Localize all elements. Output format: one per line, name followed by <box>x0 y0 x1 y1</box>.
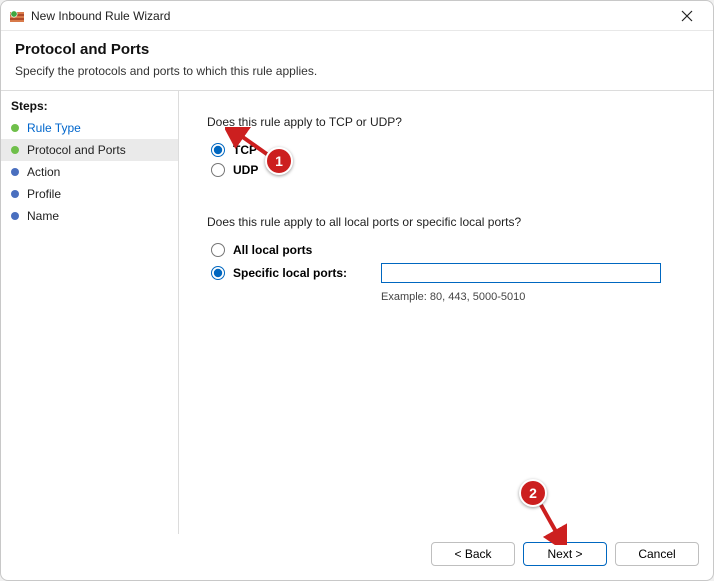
udp-label[interactable]: UDP <box>233 163 258 177</box>
specific-ports-label[interactable]: Specific local ports: <box>233 266 347 280</box>
step-protocol-ports[interactable]: Protocol and Ports <box>1 139 178 161</box>
step-label: Profile <box>27 187 61 201</box>
step-name[interactable]: Name <box>1 205 178 227</box>
step-bullet-icon <box>11 212 19 220</box>
back-button[interactable]: < Back <box>431 542 515 566</box>
close-button[interactable] <box>667 2 707 30</box>
next-button[interactable]: Next > <box>523 542 607 566</box>
step-rule-type[interactable]: Rule Type <box>1 117 178 139</box>
header: Protocol and Ports Specify the protocols… <box>1 31 713 91</box>
cancel-button[interactable]: Cancel <box>615 542 699 566</box>
step-bullet-icon <box>11 168 19 176</box>
close-icon <box>681 10 693 22</box>
button-bar: < Back Next > Cancel <box>1 534 713 580</box>
step-label: Rule Type <box>27 121 81 135</box>
ports-question: Does this rule apply to all local ports … <box>207 215 685 229</box>
ports-example-text: Example: 80, 443, 5000-5010 <box>381 291 685 303</box>
body: Steps: Rule Type Protocol and Ports Acti… <box>1 91 713 534</box>
tcp-label[interactable]: TCP <box>233 143 257 157</box>
steps-panel: Steps: Rule Type Protocol and Ports Acti… <box>1 91 179 534</box>
all-local-ports-row: All local ports <box>211 243 685 257</box>
step-bullet-icon <box>11 124 19 132</box>
content-panel: Does this rule apply to TCP or UDP? TCP … <box>179 91 713 534</box>
udp-radio[interactable] <box>211 163 225 177</box>
titlebar: New Inbound Rule Wizard <box>1 1 713 31</box>
protocol-radio-group: TCP UDP <box>211 143 685 183</box>
specific-ports-row: Specific local ports: <box>211 266 381 280</box>
steps-list: Rule Type Protocol and Ports Action Prof… <box>1 117 178 227</box>
page-title: Protocol and Ports <box>15 41 699 58</box>
protocol-tcp-row: TCP <box>211 143 685 157</box>
wizard-window: New Inbound Rule Wizard Protocol and Por… <box>0 0 714 581</box>
tcp-radio[interactable] <box>211 143 225 157</box>
window-title: New Inbound Rule Wizard <box>31 9 667 23</box>
all-ports-label[interactable]: All local ports <box>233 243 312 257</box>
step-bullet-icon <box>11 190 19 198</box>
step-action[interactable]: Action <box>1 161 178 183</box>
protocol-udp-row: UDP <box>211 163 685 177</box>
protocol-question: Does this rule apply to TCP or UDP? <box>207 115 685 129</box>
firewall-icon <box>9 8 25 24</box>
step-profile[interactable]: Profile <box>1 183 178 205</box>
step-label: Action <box>27 165 60 179</box>
ports-radio-group: All local ports Specific local ports: Ex… <box>211 243 685 303</box>
all-ports-radio[interactable] <box>211 243 225 257</box>
specific-ports-input[interactable] <box>381 263 661 283</box>
steps-heading: Steps: <box>1 97 178 117</box>
step-label: Name <box>27 209 59 223</box>
step-bullet-icon <box>11 146 19 154</box>
page-subtitle: Specify the protocols and ports to which… <box>15 64 699 78</box>
step-label: Protocol and Ports <box>27 143 126 157</box>
specific-ports-radio[interactable] <box>211 266 225 280</box>
